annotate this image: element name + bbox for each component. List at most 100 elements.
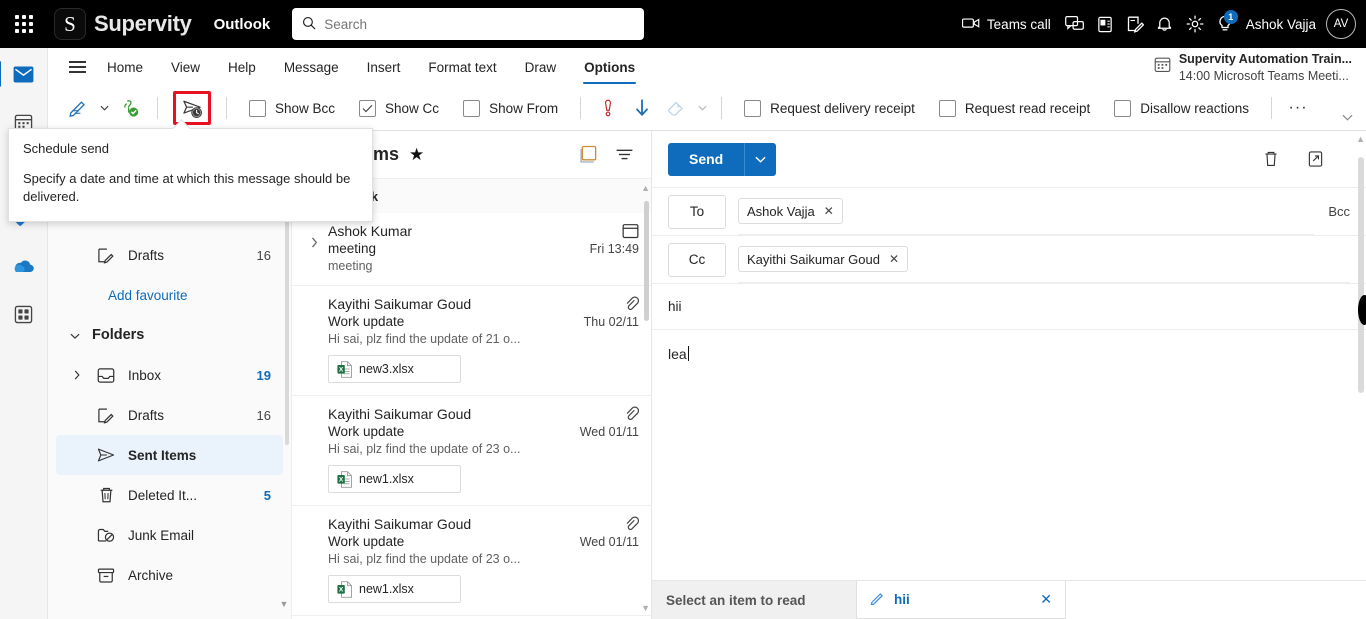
message-list-scrollbar-thumb[interactable] bbox=[644, 201, 649, 321]
message-preview: Hi sai, plz find the update of 23 o... bbox=[328, 442, 521, 456]
bcc-toggle-link[interactable]: Bcc bbox=[1314, 204, 1350, 219]
folder-inbox[interactable]: Inbox 19 bbox=[56, 355, 283, 395]
filter-icon[interactable] bbox=[609, 140, 639, 170]
sensitivity-chevron-down-icon[interactable] bbox=[694, 92, 710, 124]
message-list-scroll-up-icon[interactable]: ▲ bbox=[641, 183, 650, 193]
show-from-checkbox[interactable]: Show From bbox=[452, 92, 569, 124]
recipient-chip[interactable]: Ashok Vajja ✕ bbox=[738, 198, 843, 224]
lightbulb-icon[interactable]: 1 bbox=[1210, 0, 1240, 48]
folder-pane-scroll-down-icon[interactable]: ▼ bbox=[277, 599, 291, 609]
message-list-scroll-down-icon[interactable]: ▼ bbox=[641, 603, 650, 613]
high-importance-icon[interactable] bbox=[592, 92, 624, 124]
tab-format-text[interactable]: Format text bbox=[415, 48, 509, 86]
attachment-chip[interactable]: X new3.xlsx bbox=[328, 355, 461, 383]
star-filled-icon[interactable]: ★ bbox=[409, 145, 424, 165]
folder-favourite-drafts[interactable]: Drafts 16 bbox=[56, 235, 283, 275]
folder-sent-items[interactable]: Sent Items bbox=[56, 435, 283, 475]
gear-icon[interactable] bbox=[1180, 0, 1210, 48]
folder-label: Sent Items bbox=[128, 447, 197, 463]
table-row[interactable]: Kayithi Saikumar Goud Work update Thu 02… bbox=[292, 286, 651, 396]
table-row[interactable]: Ashok Kumar meeting Fri 13:49 meeting bbox=[292, 213, 651, 286]
tab-insert[interactable]: Insert bbox=[354, 48, 414, 86]
send-options-chevron-down-icon[interactable] bbox=[744, 142, 777, 176]
expand-thread-chevron-right-icon[interactable] bbox=[300, 223, 328, 273]
message-line-subject: Work update Wed 01/11 bbox=[328, 534, 639, 549]
recipient-chip[interactable]: Kayithi Saikumar Goud ✕ bbox=[738, 246, 909, 272]
tab-draw[interactable]: Draw bbox=[512, 48, 570, 86]
compose-scrollbar-thumb[interactable] bbox=[1358, 157, 1364, 393]
message-line-sender: Ashok Kumar bbox=[328, 223, 639, 239]
message-body-text: lea bbox=[668, 346, 687, 362]
chat-icon[interactable] bbox=[1060, 0, 1090, 48]
subject-row[interactable]: hii bbox=[652, 283, 1366, 329]
ribbon-collapse-chevron-down-icon[interactable] bbox=[1336, 106, 1358, 128]
pencil-icon bbox=[870, 590, 885, 610]
tasks-icon[interactable] bbox=[1120, 0, 1150, 48]
ribbon-menu-icon[interactable] bbox=[60, 50, 94, 84]
chevron-down-icon bbox=[70, 326, 80, 344]
to-input[interactable]: Ashok Vajja ✕ bbox=[738, 188, 1315, 235]
folder-deleted-items[interactable]: Deleted It... 5 bbox=[56, 475, 283, 515]
tab-home[interactable]: Home bbox=[94, 48, 156, 86]
message-line-subject: Work update Thu 02/11 bbox=[328, 314, 639, 329]
add-favourite-link[interactable]: Add favourite bbox=[48, 275, 291, 315]
low-importance-icon[interactable] bbox=[626, 92, 658, 124]
remove-recipient-close-icon[interactable]: ✕ bbox=[824, 204, 834, 218]
checkbox-box bbox=[463, 99, 481, 117]
table-row[interactable]: Kayithi Saikumar Goud Work update Wed 01… bbox=[292, 396, 651, 506]
upcoming-meeting-chip[interactable]: Supervity Automation Train... 14:00 Micr… bbox=[1154, 49, 1366, 85]
tab-options[interactable]: Options bbox=[571, 48, 648, 86]
folder-junk-email[interactable]: Junk Email bbox=[56, 515, 283, 555]
encrypt-permissions-icon[interactable] bbox=[114, 92, 146, 124]
disallow-reactions-checkbox[interactable]: Disallow reactions bbox=[1103, 92, 1260, 124]
avatar[interactable]: AV bbox=[1326, 9, 1356, 39]
discard-draft-trash-icon[interactable] bbox=[1258, 144, 1284, 174]
popout-icon[interactable] bbox=[1302, 144, 1328, 174]
disallow-reactions-label: Disallow reactions bbox=[1140, 100, 1250, 116]
cc-label-button[interactable]: Cc bbox=[668, 242, 726, 277]
signature-icon[interactable] bbox=[62, 92, 94, 124]
table-row[interactable]: Kayithi Saikumar Goud Work update Wed 01… bbox=[292, 506, 651, 616]
sensitivity-icon[interactable] bbox=[660, 92, 692, 124]
rail-item-apps[interactable] bbox=[8, 298, 40, 330]
message-body-editor[interactable]: lea bbox=[652, 329, 1366, 569]
teams-call-button[interactable]: Teams call bbox=[953, 0, 1060, 48]
tab-help[interactable]: Help bbox=[215, 48, 269, 86]
cc-input[interactable]: Kayithi Saikumar Goud ✕ bbox=[738, 236, 1350, 283]
request-delivery-receipt-checkbox[interactable]: Request delivery receipt bbox=[733, 92, 926, 124]
app-launcher-icon[interactable] bbox=[0, 0, 48, 48]
attachment-chip[interactable]: X new1.xlsx bbox=[328, 575, 461, 603]
notification-badge: 1 bbox=[1223, 10, 1238, 24]
toolbar-divider-5 bbox=[1271, 97, 1273, 119]
chevron-right-icon[interactable] bbox=[70, 370, 84, 380]
message-content: Kayithi Saikumar Goud Work update Thu 02… bbox=[328, 296, 639, 383]
signature-chevron-down-icon[interactable] bbox=[96, 92, 112, 124]
checkbox-box bbox=[744, 99, 762, 117]
folder-drafts[interactable]: Drafts 16 bbox=[56, 395, 283, 435]
rail-item-onedrive[interactable] bbox=[8, 250, 40, 282]
bell-icon[interactable] bbox=[1150, 0, 1180, 48]
folder-archive[interactable]: Archive bbox=[56, 555, 283, 595]
tab-view[interactable]: View bbox=[158, 48, 213, 86]
show-cc-checkbox[interactable]: Show Cc bbox=[348, 92, 450, 124]
compose-scroll-up-icon[interactable]: ▲ bbox=[1356, 134, 1365, 144]
search-input[interactable] bbox=[324, 16, 635, 32]
draft-tab[interactable]: hii ✕ bbox=[856, 581, 1066, 619]
tab-message[interactable]: Message bbox=[271, 48, 352, 86]
request-read-receipt-label: Request read receipt bbox=[964, 100, 1091, 116]
folders-section-header[interactable]: Folders bbox=[56, 315, 283, 355]
rail-item-mail[interactable] bbox=[0, 58, 40, 90]
send-button[interactable]: Send bbox=[668, 142, 745, 176]
request-read-receipt-checkbox[interactable]: Request read receipt bbox=[928, 92, 1101, 124]
to-label-button[interactable]: To bbox=[668, 194, 726, 229]
subject-input[interactable]: hii bbox=[668, 299, 682, 314]
contacts-icon[interactable] bbox=[1090, 0, 1120, 48]
draft-close-icon[interactable]: ✕ bbox=[1040, 591, 1052, 608]
search-box[interactable] bbox=[292, 8, 645, 40]
attachment-chip[interactable]: X new1.xlsx bbox=[328, 465, 461, 493]
show-bcc-checkbox[interactable]: Show Bcc bbox=[238, 92, 346, 124]
toolbar-overflow-icon[interactable]: ··· bbox=[1283, 92, 1313, 124]
remove-recipient-close-icon[interactable]: ✕ bbox=[889, 252, 899, 266]
checkbox-box bbox=[938, 99, 956, 117]
reading-pane-icon[interactable] bbox=[573, 140, 603, 170]
